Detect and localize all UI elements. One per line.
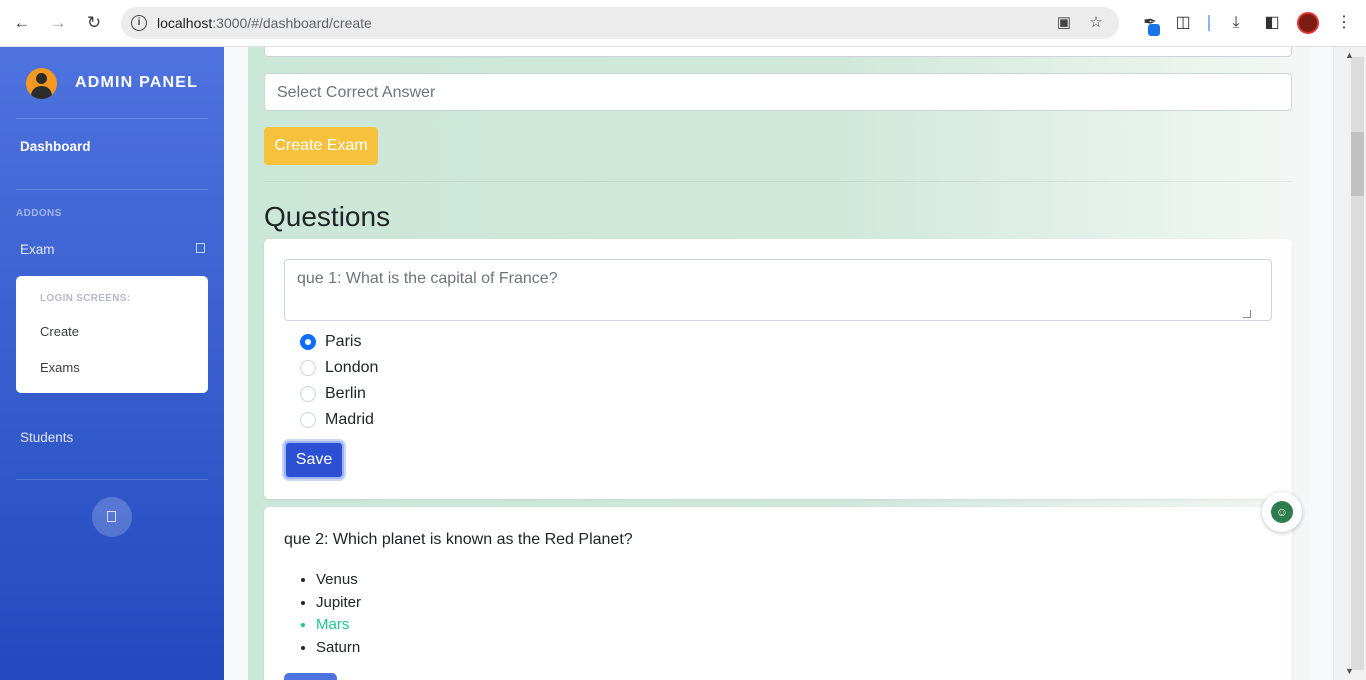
option-madrid[interactable]: Madrid <box>300 411 374 429</box>
url-text[interactable]: localhost:3000/#/dashboard/create <box>157 15 372 31</box>
reload-icon[interactable]: ↻ <box>82 11 106 35</box>
question-textarea[interactable]: que 1: What is the capital of France? <box>284 259 1272 321</box>
sidebar-item-students[interactable]: Students <box>20 430 73 445</box>
chevron-down-icon[interactable] <box>196 243 205 253</box>
side-panel-icon[interactable]: ◧ <box>1261 12 1283 34</box>
section-divider <box>264 181 1292 182</box>
save-button[interactable] <box>284 673 337 680</box>
answer-list: Venus Jupiter Mars Saturn <box>300 569 361 660</box>
extension-badge <box>1148 24 1160 36</box>
puzzle-icon[interactable]: ◫ <box>1172 12 1194 34</box>
sidebar-divider <box>16 118 208 119</box>
list-item: Venus <box>316 569 361 592</box>
list-item: Jupiter <box>316 592 361 615</box>
toggle-icon <box>107 511 116 522</box>
page-scrollbar[interactable]: ▲ ▼ <box>1333 47 1366 680</box>
question-text: que 2: Which planet is known as the Red … <box>284 531 633 548</box>
save-button[interactable]: Save <box>284 441 344 479</box>
radio-checked-icon[interactable] <box>300 334 316 350</box>
sidebar-divider <box>16 479 208 480</box>
bookmark-star-icon[interactable]: ☆ <box>1087 15 1105 31</box>
sidebar-brand[interactable]: ADMIN PANEL <box>26 67 198 99</box>
submenu-item-create[interactable]: Create <box>40 324 79 339</box>
exam-submenu: LOGIN SCREENS: Create Exams <box>16 276 208 393</box>
install-app-icon[interactable]: ▣ <box>1055 15 1073 31</box>
site-info-icon[interactable]: i <box>131 15 147 31</box>
radio-icon[interactable] <box>300 360 316 376</box>
sidebar-item-dashboard[interactable]: Dashboard <box>20 139 91 154</box>
question-card: que 1: What is the capital of France? Pa… <box>264 239 1292 499</box>
profile-avatar[interactable] <box>1297 12 1319 34</box>
create-exam-button[interactable]: Create Exam <box>264 127 378 165</box>
browser-toolbar: ← → ↻ i localhost:3000/#/dashboard/creat… <box>0 0 1366 47</box>
correct-answer-select[interactable]: Select Correct Answer <box>264 73 1292 111</box>
scroll-up-icon[interactable]: ▲ <box>1345 50 1354 60</box>
sidebar: ADMIN PANEL Dashboard ADDONS Exam LOGIN … <box>0 47 224 680</box>
sidebar-item-exam[interactable]: Exam <box>20 242 55 257</box>
list-item-correct: Mars <box>316 614 361 637</box>
scroll-down-icon[interactable]: ▼ <box>1345 666 1354 676</box>
option-input[interactable] <box>264 47 1292 57</box>
resize-grip-icon[interactable] <box>1243 310 1251 318</box>
submenu-item-exams[interactable]: Exams <box>40 360 80 375</box>
radio-icon[interactable] <box>300 412 316 428</box>
back-icon[interactable]: ← <box>10 11 34 35</box>
scroll-thumb[interactable] <box>1351 132 1364 196</box>
questions-heading: Questions <box>264 201 391 232</box>
address-bar[interactable]: i localhost:3000/#/dashboard/create ▣ ☆ <box>121 7 1119 39</box>
menu-dots-icon[interactable]: ⋮ <box>1333 12 1355 34</box>
submenu-heading: LOGIN SCREENS: <box>40 293 131 304</box>
main-content: Select Correct Answer Create Exam Questi… <box>224 47 1333 680</box>
sidebar-heading-addons: ADDONS <box>16 208 62 219</box>
sidebar-divider <box>16 189 208 190</box>
radio-icon[interactable] <box>300 386 316 402</box>
option-berlin[interactable]: Berlin <box>300 385 366 403</box>
toolbar-separator <box>1208 15 1210 31</box>
forward-icon[interactable]: → <box>46 11 70 35</box>
download-icon[interactable]: ⤓ <box>1225 12 1247 34</box>
list-item: Saturn <box>316 637 361 660</box>
question-card: que 2: Which planet is known as the Red … <box>264 507 1292 680</box>
robot-icon: ☺ <box>1271 501 1293 523</box>
sidebar-toggle-button[interactable] <box>92 497 132 537</box>
chat-bot-button[interactable]: ☺ <box>1262 492 1302 532</box>
option-paris[interactable]: Paris <box>300 333 361 351</box>
option-london[interactable]: London <box>300 359 378 377</box>
admin-avatar-icon <box>26 67 57 99</box>
brand-title: ADMIN PANEL <box>75 74 199 91</box>
